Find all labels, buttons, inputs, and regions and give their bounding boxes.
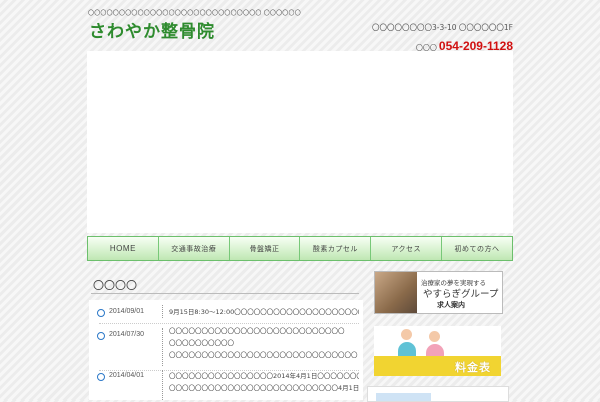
- nav-home[interactable]: HOME: [88, 237, 159, 260]
- site-logo[interactable]: さわやか整骨院: [89, 17, 215, 42]
- news-date: 2014/09/01: [109, 308, 145, 315]
- news-bullet-icon: [97, 309, 105, 317]
- news-bullet-icon: [97, 332, 105, 340]
- news-divider: [162, 370, 163, 400]
- news-text-line: 〇〇〇〇〇〇〇〇〇〇〇〇〇〇〇〇2014年4月1日〇〇〇〇〇〇〇〇〇〇〇〇〇〇〇…: [169, 372, 359, 380]
- nav-access[interactable]: アクセス: [371, 237, 443, 260]
- news-date: 2014/07/30: [109, 331, 145, 338]
- nurse-head-icon: [401, 329, 412, 340]
- nav-first-visit[interactable]: 初めての方へ: [442, 237, 512, 260]
- news-separator: [99, 323, 359, 324]
- news-divider: [162, 305, 163, 318]
- recruit-banner-title: 求人案内: [437, 300, 465, 309]
- news-date: 2014/04/01: [109, 372, 145, 379]
- staff-head-icon: [429, 331, 440, 342]
- site-tagline: 〇〇〇〇〇〇〇〇〇〇〇〇〇〇〇〇〇〇〇〇〇〇〇〇〇〇〇〇 〇〇〇〇〇〇: [88, 10, 301, 17]
- treatment-photo: [375, 272, 417, 313]
- news-list: 2014/09/01 9月15日8:30～12:00〇〇〇〇〇〇〇〇〇〇〇〇〇〇…: [89, 300, 363, 400]
- recruit-banner[interactable]: 治療家の夢を実現する やすらぎグループ 求人案内: [374, 271, 503, 314]
- news-text-line: 〇〇〇〇〇〇〇〇〇〇〇〇〇〇〇〇〇〇〇〇〇〇〇〇〇〇〇: [169, 327, 345, 335]
- news-text-line: 〇〇〇〇〇〇〇〇〇〇: [169, 339, 234, 347]
- clinic-address: 〇〇〇〇〇〇〇〇3-3-10 〇〇〇〇〇〇1F: [372, 23, 513, 32]
- nav-oxygen-capsule[interactable]: 酸素カプセル: [300, 237, 372, 260]
- news-divider: [162, 328, 163, 366]
- news-text-line: 9月15日8:30～12:00〇〇〇〇〇〇〇〇〇〇〇〇〇〇〇〇〇〇〇〇〇〇〇〇: [169, 308, 359, 316]
- news-section-title: 〇〇〇〇: [93, 279, 137, 292]
- staff-illustration: [374, 326, 501, 358]
- recruit-banner-group-name: やすらぎグループ: [423, 289, 499, 300]
- main-navigation: HOME 交通事故治療 骨盤矯正 酸素カプセル アクセス 初めての方へ: [87, 236, 513, 261]
- news-bullet-icon: [97, 373, 105, 381]
- news-section: 〇〇〇〇 2014/09/01 9月15日8:30～12:00〇〇〇〇〇〇〇〇〇…: [87, 272, 363, 400]
- nav-traffic-accident-treatment[interactable]: 交通事故治療: [158, 237, 230, 260]
- price-list-label: 料金表: [455, 361, 491, 374]
- news-text-line: 〇〇〇〇〇〇〇〇〇〇〇〇〇〇〇〇〇〇〇〇〇〇〇〇〇〇4月1日〇〇〇〇〇〇〇〇〇〇…: [169, 384, 359, 392]
- hero-image-area: [87, 51, 513, 233]
- news-text-line: 〇〇〇〇〇〇〇〇〇〇〇〇〇〇〇〇〇〇〇〇〇〇〇〇〇〇〇〇〇: [169, 351, 358, 359]
- title-underline: [91, 293, 359, 294]
- price-list-banner[interactable]: 料金表: [374, 326, 501, 376]
- nav-pelvis-correction[interactable]: 骨盤矯正: [229, 237, 301, 260]
